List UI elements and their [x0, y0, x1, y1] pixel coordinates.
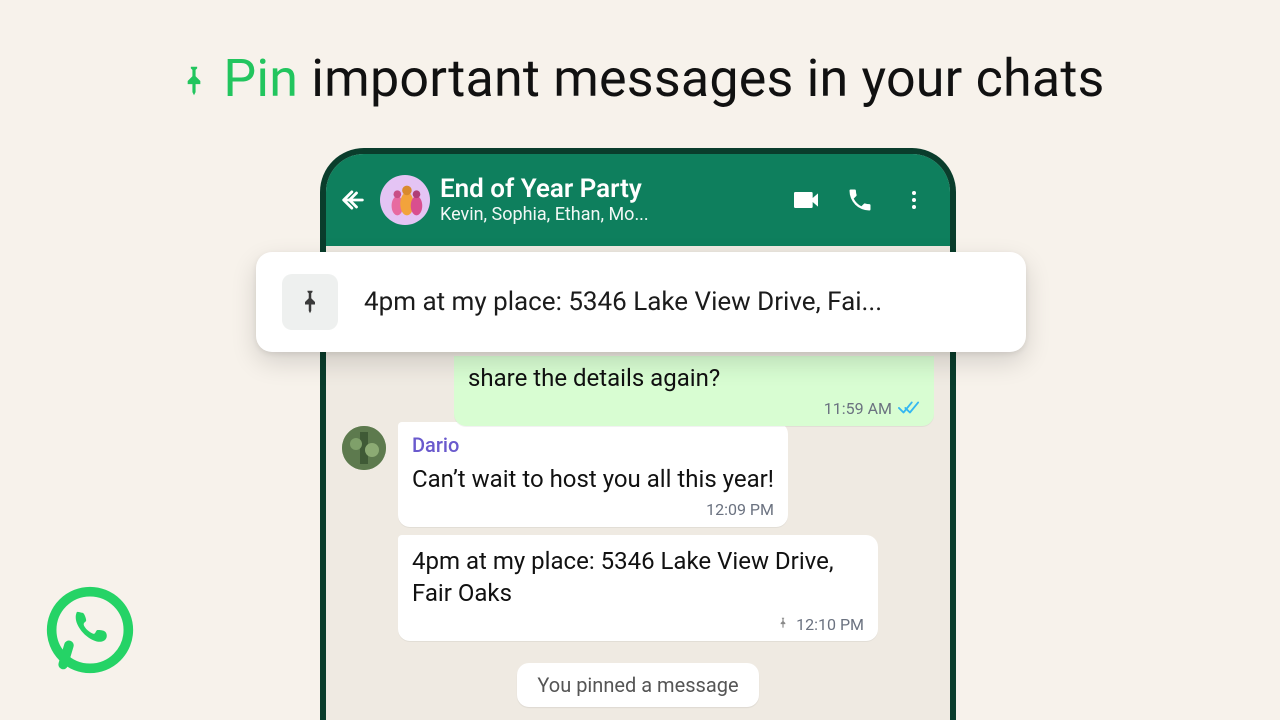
back-button[interactable] — [336, 186, 370, 214]
chat-titles[interactable]: End of Year Party Kevin, Sophia, Ethan, … — [440, 175, 774, 225]
incoming-message-row: 4pm at my place: 5346 Lake View Drive, F… — [342, 535, 934, 641]
pinned-message-banner[interactable]: 4pm at my place: 5346 Lake View Drive, F… — [256, 252, 1026, 352]
message-text: 4pm at my place: 5346 Lake View Drive, F… — [412, 547, 834, 607]
pin-icon — [175, 52, 213, 113]
outgoing-message-partial: share the details again? 11:59 AM — [454, 356, 934, 426]
message-text: share the details again? — [468, 364, 720, 392]
sender-avatar[interactable] — [342, 426, 386, 470]
read-ticks-icon — [898, 399, 920, 419]
group-avatar[interactable] — [380, 175, 430, 225]
system-message: You pinned a message — [517, 663, 758, 707]
chat-header: End of Year Party Kevin, Sophia, Ethan, … — [326, 154, 950, 246]
chat-title: End of Year Party — [440, 175, 774, 204]
pinned-indicator-icon — [776, 614, 790, 636]
message-time: 11:59 AM — [824, 398, 892, 420]
system-message-text: You pinned a message — [537, 673, 738, 697]
phone-frame: End of Year Party Kevin, Sophia, Ethan, … — [320, 148, 956, 720]
more-options-button[interactable] — [892, 188, 936, 212]
message-time: 12:10 PM — [796, 614, 864, 636]
headline: Pin important messages in your chats — [0, 48, 1280, 113]
message-text: Can’t wait to host you all this year! — [412, 465, 774, 493]
whatsapp-logo — [44, 584, 136, 676]
headline-accent: Pin — [223, 48, 298, 109]
message-bubble[interactable]: 4pm at my place: 5346 Lake View Drive, F… — [398, 535, 878, 641]
voice-call-button[interactable] — [838, 186, 882, 214]
pin-icon — [282, 274, 338, 330]
video-call-button[interactable] — [784, 184, 828, 216]
pinned-message-text: 4pm at my place: 5346 Lake View Drive, F… — [364, 287, 1000, 317]
incoming-message-row: Dario Can’t wait to host you all this ye… — [342, 422, 934, 527]
message-bubble[interactable]: Dario Can’t wait to host you all this ye… — [398, 422, 788, 527]
message-time: 12:09 PM — [706, 499, 774, 521]
chat-members: Kevin, Sophia, Ethan, Mo... — [440, 204, 774, 225]
sender-name: Dario — [412, 432, 774, 459]
headline-rest: important messages in your chats — [311, 48, 1104, 109]
